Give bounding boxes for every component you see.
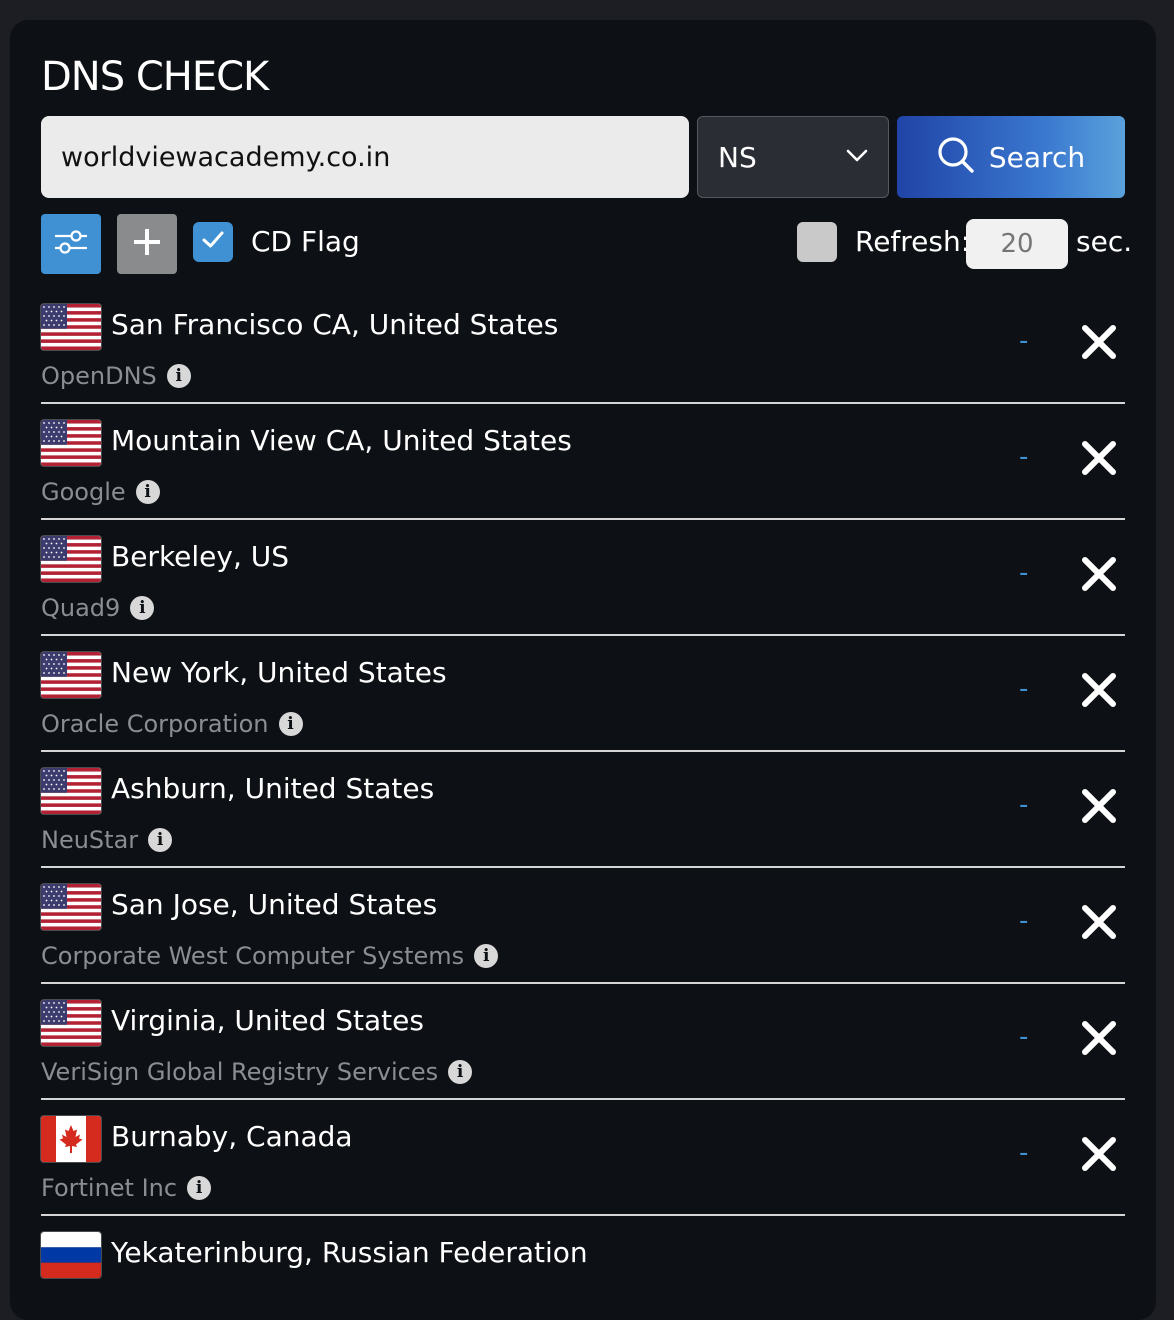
remove-server-button[interactable] <box>1079 670 1119 710</box>
us-flag-icon <box>41 884 101 930</box>
server-location: Burnaby, Canada <box>111 1120 353 1153</box>
close-icon <box>1079 673 1119 714</box>
info-icon[interactable]: i <box>130 596 155 620</box>
ca-flag-icon <box>41 1116 101 1162</box>
server-provider: OpenDNS i <box>41 362 191 390</box>
info-icon[interactable]: i <box>148 828 173 852</box>
us-flag-icon <box>41 420 101 466</box>
server-provider: Fortinet Inc i <box>41 1174 212 1202</box>
server-provider: Oracle Corporation i <box>41 710 303 738</box>
dns-check-panel: DNS CHECK NS Search CD <box>10 20 1156 1320</box>
record-type-select[interactable]: NS <box>697 116 889 198</box>
server-location: San Francisco CA, United States <box>111 308 559 341</box>
domain-input[interactable] <box>41 116 689 198</box>
info-icon[interactable]: i <box>278 712 303 736</box>
remove-server-button[interactable] <box>1079 438 1119 478</box>
page-title: DNS CHECK <box>41 54 269 100</box>
ru-flag-icon <box>41 1232 101 1278</box>
search-button-label: Search <box>988 140 1086 174</box>
server-location: San Jose, United States <box>111 888 438 921</box>
server-location: Ashburn, United States <box>111 772 435 805</box>
record-type-value: NS <box>718 140 757 174</box>
server-location: Yekaterinburg, Russian Federation <box>111 1236 588 1269</box>
server-location: Mountain View CA, United States <box>111 424 572 457</box>
search-icon <box>937 136 975 178</box>
remove-server-button[interactable] <box>1079 1134 1119 1174</box>
server-result: - <box>1019 790 1029 820</box>
cd-flag-label: CD Flag <box>251 225 360 258</box>
refresh-checkbox[interactable] <box>797 222 837 262</box>
info-icon[interactable]: i <box>187 1176 212 1200</box>
server-result: - <box>1019 906 1029 936</box>
server-row: New York, United States Oracle Corporati… <box>41 636 1125 752</box>
remove-server-button[interactable] <box>1079 902 1119 942</box>
cd-flag-checkbox[interactable] <box>193 222 233 262</box>
close-icon <box>1079 557 1119 598</box>
remove-server-button[interactable] <box>1079 1018 1119 1058</box>
info-icon[interactable]: i <box>448 1060 473 1084</box>
plus-icon <box>132 227 162 261</box>
add-server-button[interactable] <box>117 214 177 274</box>
server-result: - <box>1019 674 1029 704</box>
settings-button[interactable] <box>41 214 101 274</box>
close-icon <box>1079 325 1119 366</box>
close-icon <box>1079 441 1119 482</box>
server-provider-name: Google <box>41 478 126 506</box>
us-flag-icon <box>41 1000 101 1046</box>
server-provider: Corporate West Computer Systems i <box>41 942 499 970</box>
server-result: - <box>1019 1022 1029 1052</box>
server-provider-name: Fortinet Inc <box>41 1174 178 1202</box>
checkmark-icon <box>201 230 225 254</box>
server-row: Yekaterinburg, Russian Federation <box>41 1216 1125 1320</box>
server-row: San Francisco CA, United States OpenDNS i… <box>41 288 1125 404</box>
us-flag-icon <box>41 768 101 814</box>
remove-server-button[interactable] <box>1079 786 1119 826</box>
us-flag-icon <box>41 652 101 698</box>
info-icon[interactable]: i <box>166 364 191 388</box>
server-row: San Jose, United States Corporate West C… <box>41 868 1125 984</box>
chevron-down-icon <box>846 148 868 167</box>
server-result: - <box>1019 558 1029 588</box>
sliders-icon <box>53 227 89 261</box>
server-provider-name: Quad9 <box>41 594 121 622</box>
server-list: San Francisco CA, United States OpenDNS i… <box>41 288 1125 1320</box>
info-icon[interactable]: i <box>474 944 499 968</box>
server-provider-name: Corporate West Computer Systems <box>41 942 465 970</box>
server-row: Berkeley, US Quad9 i - <box>41 520 1125 636</box>
info-icon[interactable]: i <box>135 480 160 504</box>
server-provider: VeriSign Global Registry Services i <box>41 1058 473 1086</box>
server-row: Burnaby, Canada Fortinet Inc i - <box>41 1100 1125 1216</box>
server-provider-name: NeuStar <box>41 826 139 854</box>
server-provider-name: Oracle Corporation <box>41 710 269 738</box>
server-row: Ashburn, United States NeuStar i - <box>41 752 1125 868</box>
server-location: New York, United States <box>111 656 447 689</box>
server-location: Virginia, United States <box>111 1004 424 1037</box>
server-result: - <box>1019 1138 1029 1168</box>
server-row: Mountain View CA, United States Google i … <box>41 404 1125 520</box>
us-flag-icon <box>41 304 101 350</box>
refresh-interval-input[interactable] <box>966 219 1068 269</box>
server-provider: Quad9 i <box>41 594 155 622</box>
server-provider-name: OpenDNS <box>41 362 157 390</box>
close-icon <box>1079 905 1119 946</box>
server-result: - <box>1019 442 1029 472</box>
refresh-label: Refresh: <box>855 225 971 258</box>
server-provider: NeuStar i <box>41 826 173 854</box>
remove-server-button[interactable] <box>1079 322 1119 362</box>
server-row: Virginia, United States VeriSign Global … <box>41 984 1125 1100</box>
us-flag-icon <box>41 536 101 582</box>
refresh-unit-label: sec. <box>1076 225 1133 258</box>
search-button[interactable]: Search <box>897 116 1125 198</box>
close-icon <box>1079 789 1119 830</box>
remove-server-button[interactable] <box>1079 554 1119 594</box>
server-location: Berkeley, US <box>111 540 290 573</box>
server-provider-name: VeriSign Global Registry Services <box>41 1058 439 1086</box>
server-result: - <box>1019 326 1029 356</box>
close-icon <box>1079 1021 1119 1062</box>
server-provider: Google i <box>41 478 160 506</box>
close-icon <box>1079 1137 1119 1178</box>
